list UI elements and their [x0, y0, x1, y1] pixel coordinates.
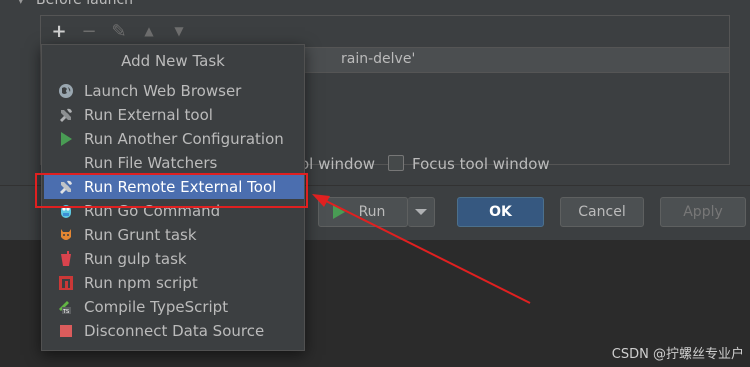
typescript-icon: TS	[58, 299, 74, 315]
menu-item-label: Run File Watchers	[84, 154, 218, 172]
focus-tool-window-checkbox[interactable]	[388, 155, 404, 171]
menu-item-run-gulp-task[interactable]: Run gulp task	[44, 247, 304, 271]
watermark-text: CSDN @拧螺丝专业户	[611, 347, 744, 362]
play-icon	[58, 131, 74, 147]
menu-item-run-remote-external-tool[interactable]: Run Remote External Tool	[44, 175, 304, 199]
menu-item-label: Run Go Command	[84, 202, 221, 220]
menu-item-label: Launch Web Browser	[84, 82, 242, 100]
menu-item-run-file-watchers[interactable]: Run File Watchers	[44, 151, 304, 175]
remove-task-button[interactable]: −	[78, 20, 100, 42]
focus-tool-window-label: Focus tool window	[412, 155, 550, 173]
menu-item-label: Run Another Configuration	[84, 130, 284, 148]
menu-item-disconnect-data-source[interactable]: Disconnect Data Source	[44, 319, 304, 343]
menu-item-run-another-configuration[interactable]: Run Another Configuration	[44, 127, 304, 151]
menu-item-label: Disconnect Data Source	[84, 322, 265, 340]
add-new-task-popup: Add New Task Launch Web Browser Run Exte…	[41, 44, 305, 351]
menu-item-run-go-command[interactable]: Run Go Command	[44, 199, 304, 223]
stop-icon	[58, 323, 74, 339]
collapse-arrow-icon[interactable]: ▾	[18, 0, 24, 7]
chevron-down-icon	[415, 209, 427, 215]
tools-icon	[58, 107, 74, 123]
cancel-button[interactable]: Cancel	[560, 197, 644, 227]
before-launch-label: Before launch	[36, 0, 134, 8]
move-down-button[interactable]: ▼	[168, 20, 190, 42]
globe-icon	[58, 83, 74, 99]
menu-item-label: Compile TypeScript	[84, 298, 229, 316]
run-dropdown-button[interactable]	[408, 197, 435, 227]
blank-icon	[58, 155, 74, 171]
run-button[interactable]: Run	[318, 197, 408, 227]
menu-item-run-grunt-task[interactable]: Run Grunt task	[44, 223, 304, 247]
ok-button[interactable]: OK	[457, 197, 544, 227]
menu-item-label: Run Grunt task	[84, 226, 197, 244]
menu-item-run-external-tool[interactable]: Run External tool	[44, 103, 304, 127]
apply-button[interactable]: Apply	[660, 197, 746, 227]
menu-item-label: Run gulp task	[84, 250, 187, 268]
menu-item-label: Run External tool	[84, 106, 213, 124]
activate-tool-window-label: ol window	[300, 155, 376, 173]
menu-item-label: Run npm script	[84, 274, 198, 292]
grunt-icon	[58, 227, 74, 243]
task-list-toolbar: + − ✎ ▲ ▼	[40, 18, 730, 44]
tools-icon	[58, 179, 74, 195]
add-task-button[interactable]: +	[48, 20, 70, 42]
move-up-button[interactable]: ▲	[138, 20, 160, 42]
gopher-icon	[58, 203, 74, 219]
task-row-label: rain-delve'	[341, 51, 416, 67]
menu-item-compile-typescript[interactable]: TS Compile TypeScript	[44, 295, 304, 319]
run-play-icon	[333, 205, 345, 219]
npm-icon	[58, 275, 74, 291]
menu-item-launch-web-browser[interactable]: Launch Web Browser	[44, 79, 304, 103]
menu-item-label: Run Remote External Tool	[84, 178, 277, 196]
gulp-icon	[58, 251, 74, 267]
menu-item-run-npm-script[interactable]: Run npm script	[44, 271, 304, 295]
popup-title: Add New Task	[121, 52, 225, 70]
edit-task-button[interactable]: ✎	[108, 20, 130, 42]
run-button-label: Run	[358, 204, 386, 220]
svg-text:TS: TS	[62, 309, 69, 315]
